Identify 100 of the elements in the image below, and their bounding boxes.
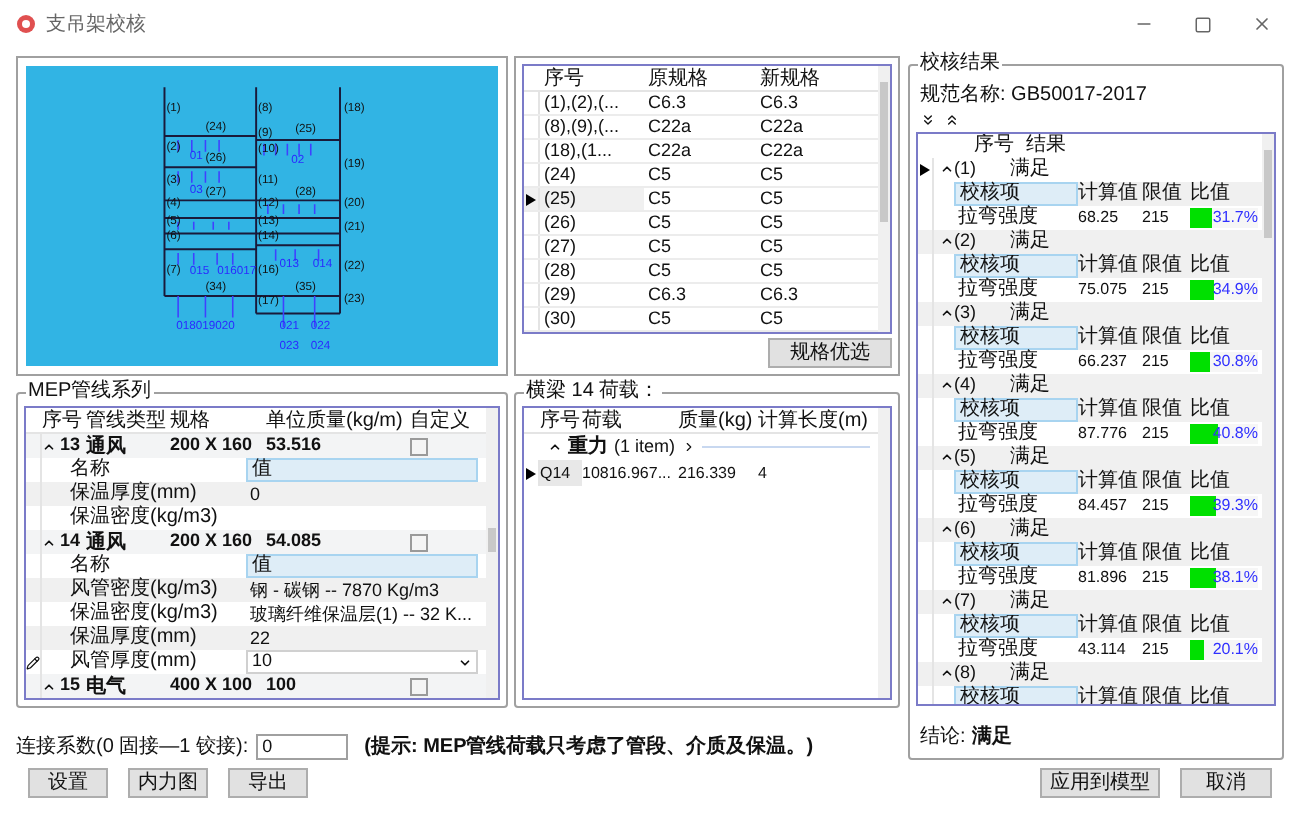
expander[interactable] <box>939 162 953 176</box>
expander[interactable] <box>939 234 953 248</box>
column-header[interactable]: 限值 <box>1142 181 1190 205</box>
column-header[interactable]: 计算值 <box>1078 541 1142 565</box>
column-header[interactable]: 比值 <box>1190 685 1262 704</box>
close-icon[interactable] <box>1252 14 1272 34</box>
column-header[interactable]: 序号 <box>540 66 644 91</box>
expander[interactable] <box>42 535 56 549</box>
table-row[interactable]: (29) C6.3 C6.3 <box>524 284 878 308</box>
tree-row[interactable]: (6) 满足 <box>918 517 1262 541</box>
connection-input[interactable]: 0 <box>256 734 349 760</box>
expander[interactable] <box>939 522 953 536</box>
expander[interactable] <box>939 666 953 680</box>
column-header[interactable]: 质量(kg) <box>678 409 758 431</box>
column-header[interactable]: 计算值 <box>1078 181 1142 205</box>
expander[interactable] <box>939 594 953 608</box>
column-header[interactable]: 计算值 <box>1078 325 1142 349</box>
column-header[interactable]: 原规格 <box>644 66 756 91</box>
scrollbar[interactable] <box>878 66 890 332</box>
column-header[interactable]: 限值 <box>1142 325 1190 349</box>
table-row[interactable]: (24) C5 C5 <box>524 164 878 188</box>
expander[interactable] <box>939 378 953 392</box>
column-header[interactable]: 值 <box>246 554 478 578</box>
column-header[interactable]: 管线类型 <box>86 409 170 431</box>
checkbox[interactable] <box>410 533 428 551</box>
column-header[interactable]: 限值 <box>1142 613 1190 637</box>
table-row[interactable]: (8),(9),(... C22a C22a <box>524 116 878 140</box>
expander[interactable] <box>939 306 953 320</box>
column-header[interactable]: 校核项 <box>954 469 1078 493</box>
tree-row[interactable]: (8) 满足 <box>918 661 1262 685</box>
scrollbar[interactable] <box>1262 133 1274 704</box>
expander[interactable] <box>42 679 56 693</box>
scrollbar[interactable] <box>486 408 498 698</box>
column-header[interactable]: 限值 <box>1142 253 1190 277</box>
column-header[interactable]: 校核项 <box>954 181 1078 205</box>
column-header[interactable]: 计算值 <box>1078 685 1142 704</box>
row-header[interactable] <box>918 157 934 181</box>
checkbox[interactable] <box>410 437 428 455</box>
column-header[interactable]: 自定义 <box>410 409 474 431</box>
collapse-all-icon[interactable] <box>944 111 960 128</box>
column-header[interactable]: 计算值 <box>1078 397 1142 421</box>
column-header[interactable]: 比值 <box>1190 613 1262 637</box>
column-header[interactable]: 序号 <box>42 409 86 431</box>
column-header[interactable]: 计算值 <box>1078 613 1142 637</box>
table-row[interactable]: (25) C5 C5 <box>524 188 878 212</box>
dropdown[interactable]: 10 <box>246 650 478 674</box>
collapse-icon <box>939 450 953 464</box>
standard-name: 规范名称: GB50017-2017 <box>918 82 1149 108</box>
column-header[interactable]: 比值 <box>1190 397 1262 421</box>
column-header[interactable]: 比值 <box>1190 541 1262 565</box>
action-button[interactable]: 取消 <box>1180 768 1272 798</box>
expander[interactable] <box>42 439 56 453</box>
action-button[interactable]: 导出 <box>228 768 308 798</box>
action-button[interactable]: 内力图 <box>128 768 208 798</box>
column-header[interactable]: 校核项 <box>954 685 1078 704</box>
tree-row[interactable]: (2) 满足 <box>918 229 1262 253</box>
column-header[interactable]: 校核项 <box>954 397 1078 421</box>
column-header[interactable]: 值 <box>246 458 478 482</box>
table-row[interactable]: (30) C5 C5 <box>524 308 878 332</box>
column-header[interactable]: 校核项 <box>954 541 1078 565</box>
table-cell-text: 53.516 <box>266 432 324 458</box>
column-header[interactable]: 计算值 <box>1078 469 1142 493</box>
column-header[interactable]: 校核项 <box>954 613 1078 637</box>
column-header[interactable]: 荷载 <box>582 409 678 431</box>
tree-row[interactable]: (5) 满足 <box>918 445 1262 469</box>
expander[interactable] <box>548 440 562 454</box>
expand-all-icon[interactable] <box>920 111 936 128</box>
column-header[interactable]: 限值 <box>1142 541 1190 565</box>
row-header[interactable] <box>524 188 540 210</box>
column-header[interactable]: 计算值 <box>1078 253 1142 277</box>
table-row[interactable]: (26) C5 C5 <box>524 212 878 236</box>
column-header[interactable]: 校核项 <box>954 325 1078 349</box>
action-button[interactable]: 应用到模型 <box>1040 768 1160 798</box>
checkbox[interactable] <box>410 677 428 695</box>
scrollbar[interactable] <box>878 408 890 698</box>
column-header[interactable]: 计算长度(m) <box>758 409 878 431</box>
column-header[interactable]: 比值 <box>1190 325 1262 349</box>
column-header[interactable]: 校核项 <box>954 253 1078 277</box>
column-header[interactable]: 序号 <box>974 133 1026 160</box>
column-header[interactable]: 新规格 <box>756 66 878 91</box>
action-button[interactable]: 设置 <box>28 768 108 798</box>
column-header[interactable]: 序号 <box>540 409 582 431</box>
expander[interactable] <box>939 450 953 464</box>
column-header[interactable]: 比值 <box>1190 469 1262 493</box>
maximize-icon[interactable] <box>1194 15 1212 33</box>
optimize-button[interactable]: 规格优选 <box>768 338 892 368</box>
tree-row[interactable]: (7) 满足 <box>918 589 1262 613</box>
table-row[interactable]: (1),(2),(... C6.3 C6.3 <box>524 92 878 116</box>
tree-row[interactable]: (4) 满足 <box>918 373 1262 397</box>
column-header[interactable]: 单位质量(kg/m) <box>266 409 410 431</box>
column-header[interactable]: 限值 <box>1142 397 1190 421</box>
tree-row[interactable]: (3) 满足 <box>918 301 1262 325</box>
column-header[interactable]: 结果 <box>1026 133 1066 160</box>
column-header[interactable]: 限值 <box>1142 469 1190 493</box>
table-row[interactable]: (27) C5 C5 <box>524 236 878 260</box>
table-row[interactable]: (18),(1... C22a C22a <box>524 140 878 164</box>
column-header[interactable]: 比值 <box>1190 181 1262 205</box>
column-header[interactable]: 比值 <box>1190 253 1262 277</box>
column-header[interactable]: 规格 <box>170 409 266 431</box>
table-row[interactable]: (28) C5 C5 <box>524 260 878 284</box>
